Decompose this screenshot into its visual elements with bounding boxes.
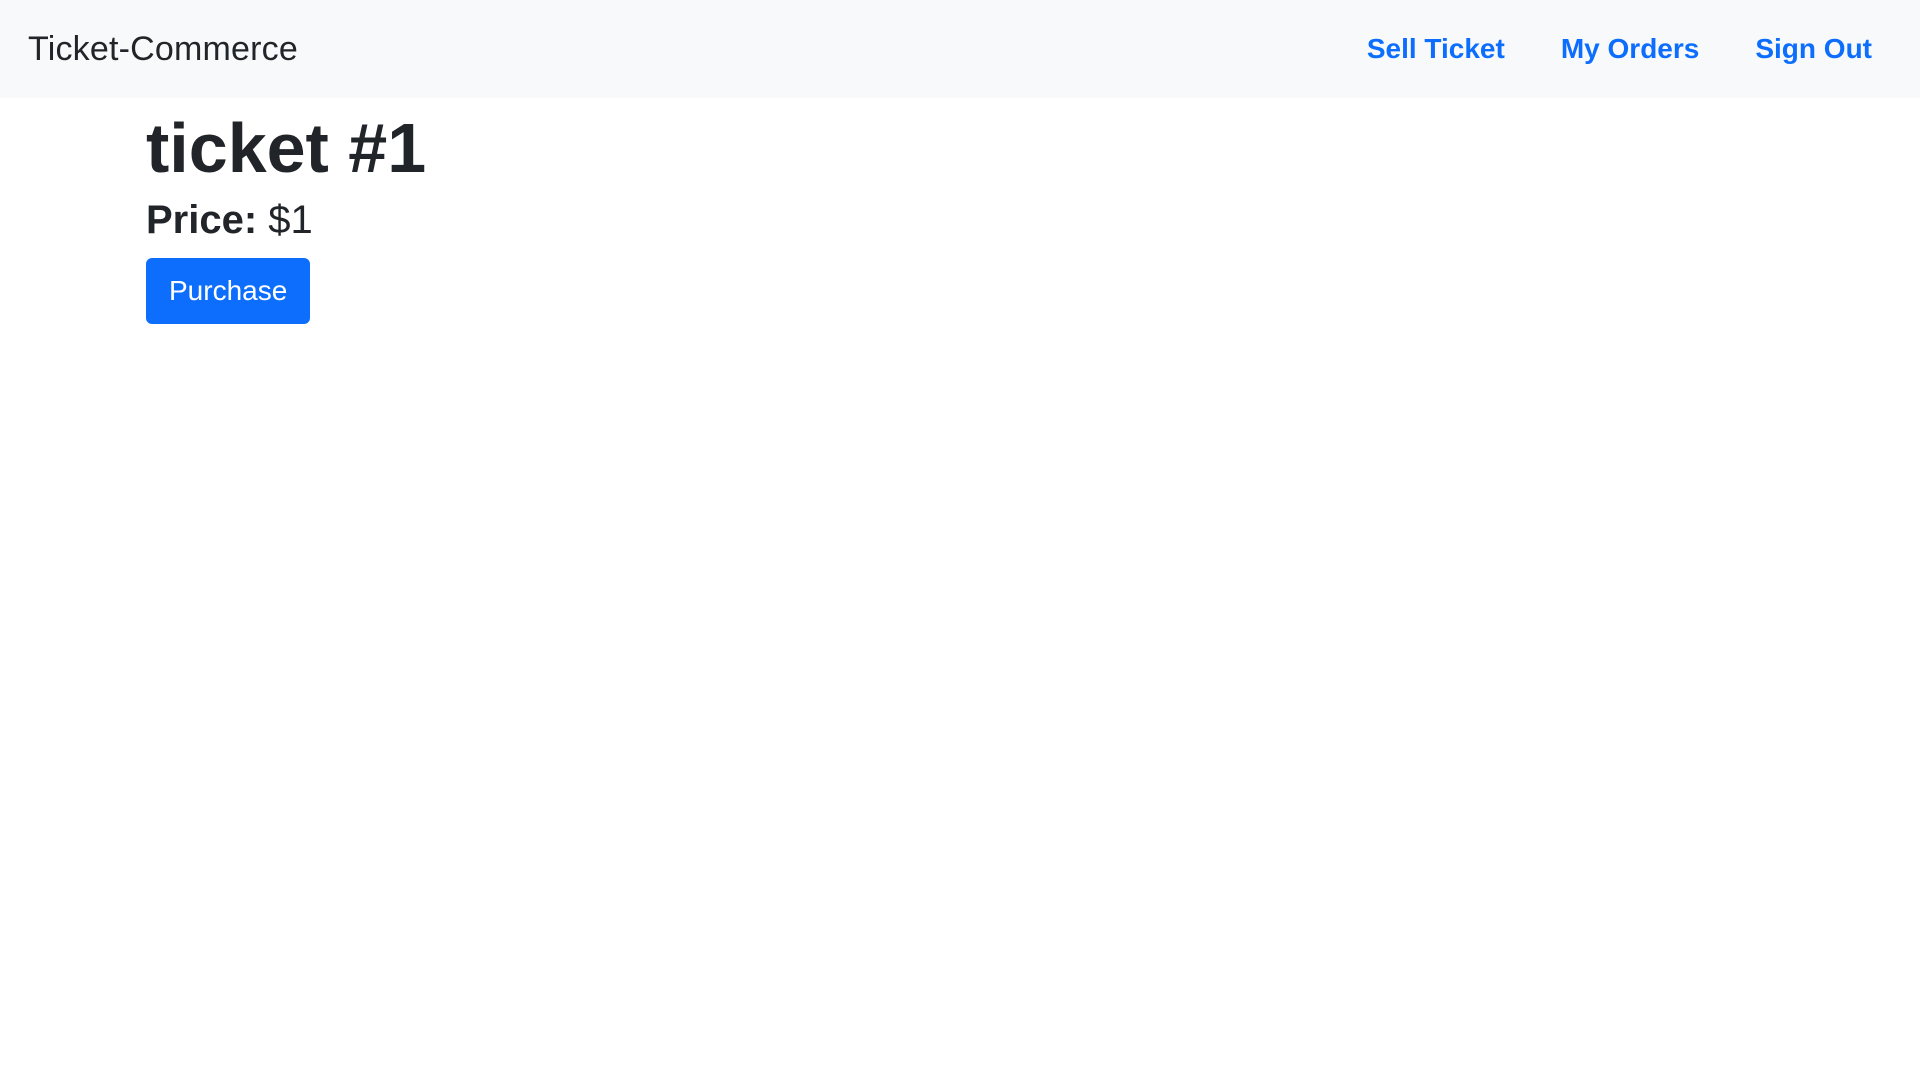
- brand-link[interactable]: Ticket-Commerce: [28, 30, 298, 69]
- purchase-button[interactable]: Purchase: [146, 258, 311, 324]
- navbar: Ticket-Commerce Sell Ticket My Orders Si…: [0, 0, 1920, 98]
- nav-link-sell-ticket[interactable]: Sell Ticket: [1367, 33, 1505, 65]
- nav-link-my-orders[interactable]: My Orders: [1561, 33, 1700, 65]
- nav-links: Sell Ticket My Orders Sign Out: [1367, 33, 1872, 65]
- ticket-title: ticket #1: [146, 109, 427, 187]
- nav-link-sign-out[interactable]: Sign Out: [1755, 33, 1872, 65]
- ticket-details: ticket #1 Price: $1 Purchase: [146, 98, 426, 324]
- price-value: $1: [268, 198, 313, 242]
- price-label: Price:: [146, 198, 258, 242]
- price-line: Price: $1: [146, 196, 426, 244]
